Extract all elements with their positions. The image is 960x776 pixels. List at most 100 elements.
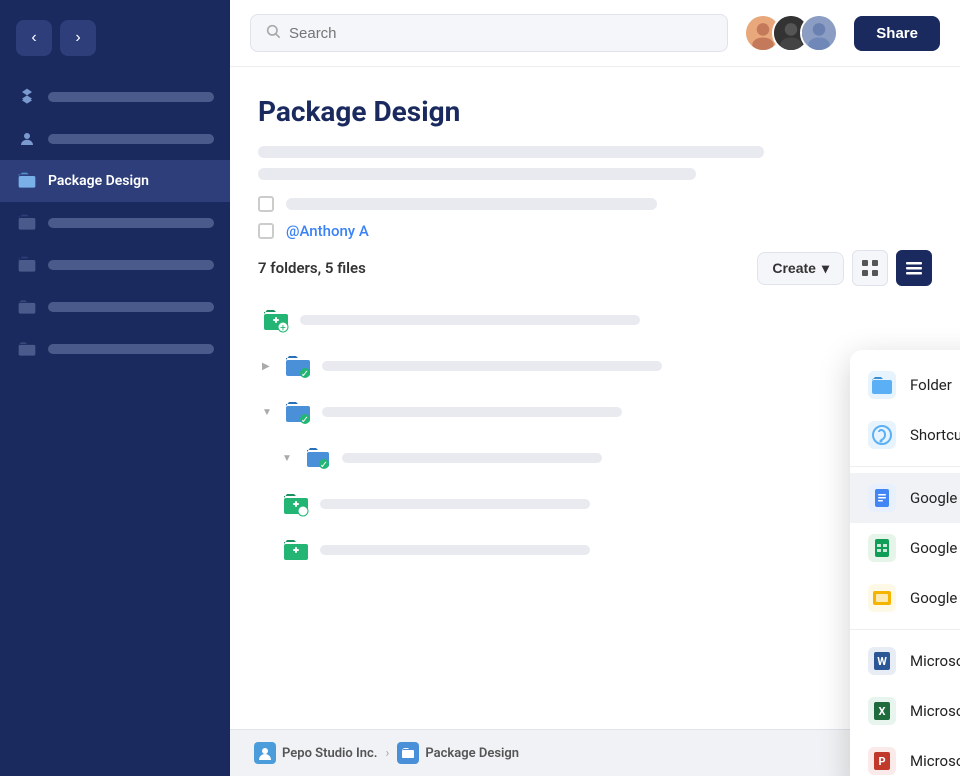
create-label: Create	[772, 260, 816, 276]
dropdown-item-google-docs[interactable]: Google Docs	[850, 473, 960, 523]
folder-icon-r4: ✓	[304, 444, 332, 472]
folder-icon	[16, 170, 38, 192]
file-label-1	[300, 315, 640, 325]
dropdown-divider-1	[850, 466, 960, 467]
dropdown-item-google-sheets[interactable]: Google Sheets	[850, 523, 960, 573]
dropdown-item-folder[interactable]: Folder	[850, 360, 960, 410]
dropdown-item-ms-excel[interactable]: X Microsoft Excel	[850, 686, 960, 736]
folder-label: Package Design	[425, 746, 519, 761]
grid-view-button[interactable]	[852, 250, 888, 286]
dropdown-folder-label: Folder	[910, 376, 952, 394]
sidebar-item-account[interactable]	[0, 118, 230, 160]
search-icon	[265, 23, 281, 43]
mention-text: @Anthony A	[286, 222, 369, 240]
dropdown-google-sheets-label: Google Sheets	[910, 539, 960, 557]
expand-arrow-2[interactable]: ▶	[262, 361, 274, 372]
svg-text:W: W	[877, 655, 887, 668]
folder-icon-r3: ✓	[284, 398, 312, 426]
expand-arrow-4[interactable]: ▼	[282, 453, 294, 464]
dropdown-google-docs-label: Google Docs	[910, 489, 960, 507]
forward-button[interactable]: ›	[60, 20, 96, 56]
breadcrumb-folder[interactable]: Package Design	[397, 742, 519, 764]
expand-arrow-3[interactable]: ▼	[262, 407, 274, 418]
checkbox-2[interactable]	[258, 223, 274, 239]
dropdown-google-slides-label: Google Slides	[910, 589, 960, 607]
dropdown-item-shortcut[interactable]: Shortcut	[850, 410, 960, 460]
list-view-button[interactable]	[896, 250, 932, 286]
sidebar-item-4[interactable]	[0, 286, 230, 328]
check-row-2: @Anthony A	[258, 222, 932, 240]
folder-section-header: 7 folders, 5 files Create ▾	[258, 250, 932, 286]
file-row-1[interactable]: +	[258, 300, 932, 340]
svg-text:✓: ✓	[301, 369, 309, 379]
file-row-4[interactable]: ▼ ✓	[278, 438, 932, 478]
info-rows	[258, 146, 932, 180]
back-button[interactable]: ‹	[16, 20, 52, 56]
folder-icon-3	[16, 254, 38, 276]
sidebar-item-3[interactable]	[0, 244, 230, 286]
file-row-3[interactable]: ▼ ✓	[258, 392, 932, 432]
svg-text:P: P	[878, 755, 885, 768]
sidebar-item-package-design[interactable]: Package Design	[0, 160, 230, 202]
search-input[interactable]	[289, 25, 713, 42]
new-folder-icon-6	[282, 536, 310, 564]
share-button[interactable]: Share	[854, 16, 940, 51]
dropdown-ms-ppt-label: Microsoft PowerPoint	[910, 752, 960, 770]
shortcut-menu-icon	[868, 421, 896, 449]
file-row-5[interactable]	[278, 484, 932, 524]
google-sheets-icon	[868, 534, 896, 562]
svg-text:✓: ✓	[320, 460, 328, 470]
search-box[interactable]	[250, 14, 728, 52]
checkbox-1[interactable]	[258, 196, 274, 212]
svg-text:+: +	[280, 323, 286, 333]
sidebar-item-dropbox[interactable]	[0, 76, 230, 118]
sidebar-item-label	[48, 302, 214, 312]
svg-text:X: X	[879, 705, 886, 718]
sidebar-item-label	[48, 260, 214, 270]
breadcrumb-company[interactable]: Pepo Studio Inc.	[254, 742, 377, 764]
dropdown-item-google-slides[interactable]: Google Slides	[850, 573, 960, 623]
dropdown-ms-excel-label: Microsoft Excel	[910, 702, 960, 720]
ms-word-icon: W	[868, 647, 896, 675]
file-label-4	[342, 453, 602, 463]
check-row-1	[258, 196, 932, 212]
description-bar-2	[258, 168, 696, 180]
plain-folder-icon	[16, 296, 38, 318]
sidebar-item-2[interactable]	[0, 202, 230, 244]
ms-ppt-icon: P	[868, 747, 896, 775]
sidebar-item-label	[48, 92, 214, 102]
avatars-group	[744, 14, 838, 52]
new-folder-icon-5	[282, 490, 310, 518]
breadcrumb-separator: ›	[385, 746, 389, 761]
file-label-2	[322, 361, 662, 371]
check-label-1	[286, 198, 657, 210]
ms-excel-icon: X	[868, 697, 896, 725]
toolbar-right: Create ▾	[757, 250, 932, 286]
dropdown-divider-2	[850, 629, 960, 630]
sidebar: ‹ › Package Design	[0, 0, 230, 776]
file-label-6	[320, 545, 590, 555]
file-rows: + ▶ ✓ ▼	[258, 300, 932, 570]
create-button[interactable]: Create ▾	[757, 252, 844, 285]
file-row-6[interactable]	[278, 530, 932, 570]
file-label-5	[320, 499, 590, 509]
file-row-2[interactable]: ▶ ✓	[258, 346, 932, 386]
sidebar-item-5[interactable]	[0, 328, 230, 370]
svg-text:✓: ✓	[301, 415, 309, 425]
folder-count: 7 folders, 5 files	[258, 259, 366, 277]
company-icon	[254, 742, 276, 764]
folder-icon-r2: ✓	[284, 352, 312, 380]
breadcrumb-folder-icon	[397, 742, 419, 764]
sidebar-item-label	[48, 218, 214, 228]
google-docs-icon	[868, 484, 896, 512]
dropdown-item-ms-ppt[interactable]: P Microsoft PowerPoint	[850, 736, 960, 776]
sidebar-nav: ‹ ›	[0, 20, 230, 76]
create-dropdown: Folder Shortcut	[850, 350, 960, 776]
description-bar-1	[258, 146, 764, 158]
sidebar-item-label	[48, 134, 214, 144]
sidebar-item-label	[48, 344, 214, 354]
folder-menu-icon	[868, 371, 896, 399]
avatar-3	[800, 14, 838, 52]
dropdown-item-ms-word[interactable]: W Microsoft Word	[850, 636, 960, 686]
dropdown-shortcut-label: Shortcut	[910, 426, 960, 444]
